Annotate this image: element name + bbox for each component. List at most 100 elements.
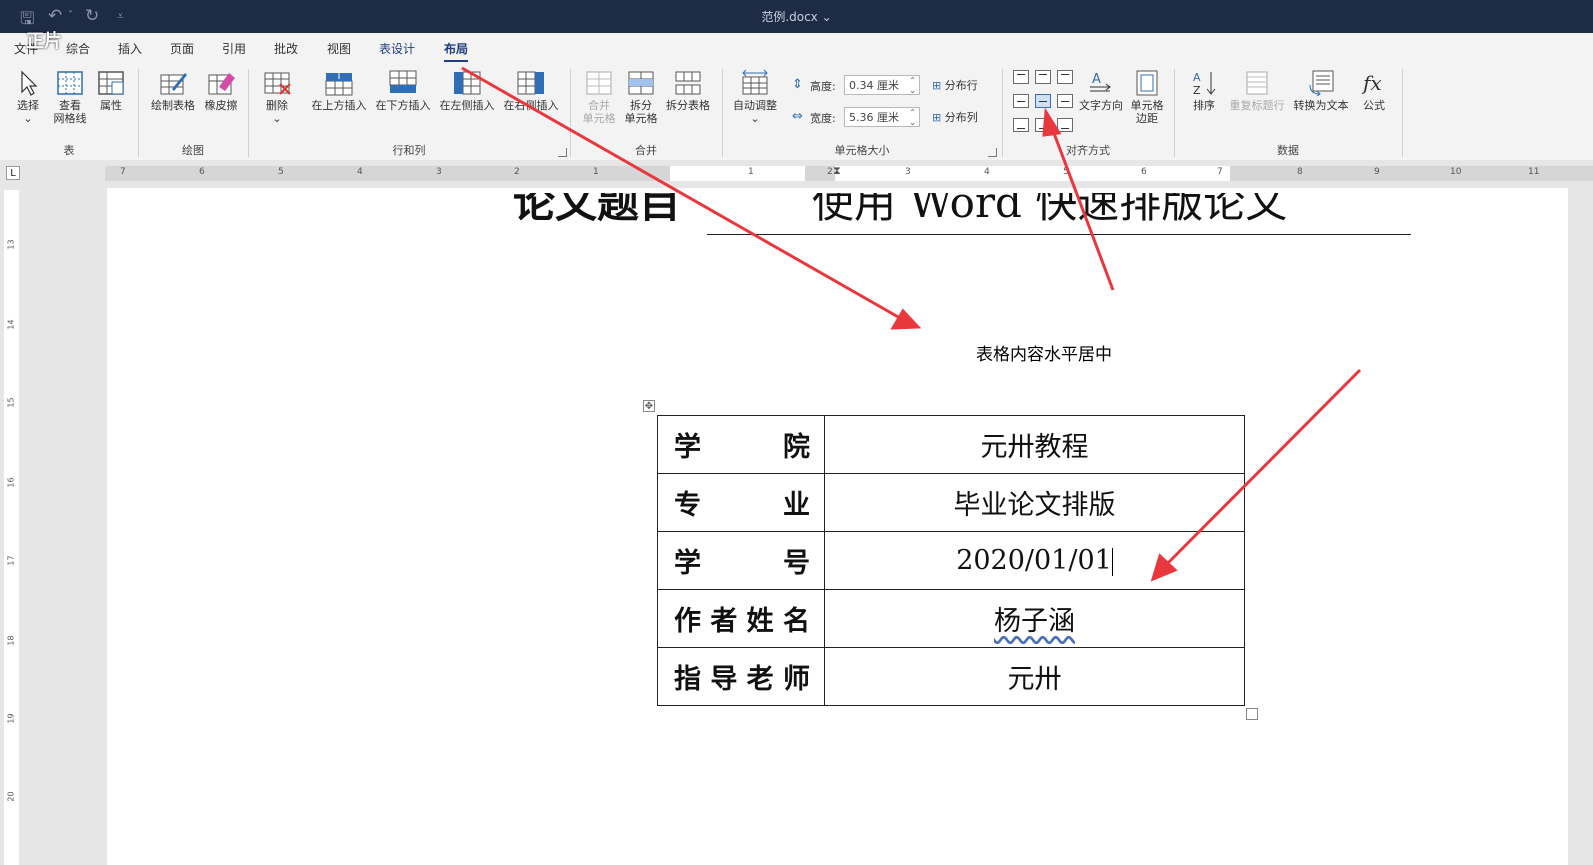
table-cell-label[interactable]: 学 号 [657,531,825,590]
table-cell-label[interactable]: 指 导 老 师 [657,647,825,706]
table-move-handle[interactable]: ✥ [643,400,655,412]
align-center-right-button[interactable] [1057,94,1073,108]
properties-button[interactable]: 属性 [94,69,128,112]
label-char: 导 [710,664,738,695]
split-table-button[interactable]: 拆分表格 [662,69,714,112]
cell-margins-icon [1136,70,1158,96]
tab-general[interactable]: 综合 [66,40,90,57]
horizontal-ruler[interactable]: 7 6 5 4 3 2 1 1 2 3 4 5 6 7 8 9 10 11 ⧗ [105,164,1593,181]
table-cell-value[interactable]: 元卅 [824,647,1245,706]
select-button[interactable]: 选择 ⌄ [10,69,46,125]
ruler-number: 1 [748,167,754,177]
cell-margins-button[interactable]: 单元格 边距 [1126,69,1168,125]
spinner-arrows-icon[interactable]: ⌃ ⌄ [909,108,916,128]
distribute-cols-label: 分布列 [944,111,978,124]
tab-review[interactable]: 批改 [274,40,298,57]
autofit-icon [742,69,768,95]
tab-insert[interactable]: 插入 [118,40,142,57]
split-cells-button[interactable]: 拆分 单元格 [620,69,662,125]
repeat-header-label: 重复标题行 [1229,99,1285,112]
insert-right-label: 在右侧插入 [503,99,559,112]
draw-table-button[interactable]: 绘制表格 [146,69,200,112]
table-cell-value[interactable]: 元卅教程 [824,415,1245,474]
align-bottom-right-button[interactable] [1057,118,1073,132]
group-divider [1402,69,1403,157]
canvas-margin-right [1568,188,1593,865]
table-cell-label[interactable]: 作 者 姓 名 [657,589,825,648]
distribute-rows-button[interactable]: ⊞ 分布行 [932,77,978,93]
sort-button[interactable]: AZ 排序 [1184,69,1224,112]
label-char: 师 [782,664,810,695]
table-properties-icon [98,71,124,95]
vertical-ruler[interactable]: 13 14 15 16 17 18 19 20 [4,190,19,865]
align-top-left-button[interactable] [1013,70,1029,84]
ruler-number: 11 [1528,167,1540,177]
tab-layout[interactable]: 布局 [444,40,469,62]
insert-below-button[interactable]: 在下方插入 [370,69,436,112]
title-underline [707,234,1411,235]
table-resize-handle[interactable] [1246,708,1258,720]
eraser-label: 橡皮擦 [204,99,238,112]
autofit-button[interactable]: 自动调整 ⌄ [728,69,782,125]
cell-margins-label-2: 边距 [1136,112,1158,125]
ruler-number: 4 [357,167,363,177]
cell-text: 毕业论文排版 [953,490,1116,521]
ruler-number: 2 [827,167,833,177]
insert-left-button[interactable]: 在左侧插入 [434,69,500,112]
gridlines-label-1: 查看 [59,99,81,112]
align-bottom-left-button[interactable] [1013,118,1029,132]
group-label-alignment: 对齐方式 [1066,144,1110,157]
tab-page[interactable]: 页面 [170,40,194,57]
text-direction-label: 文字方向 [1079,99,1123,112]
distribute-cols-button[interactable]: ⊞ 分布列 [932,109,978,125]
ruler-number: 3 [436,167,442,177]
insert-above-button[interactable]: 在上方插入 [306,69,372,112]
tab-table-design[interactable]: 表设计 [379,40,415,57]
formula-button[interactable]: fx 公式 [1354,69,1394,112]
table-cell-label[interactable]: 专 业 [657,473,825,532]
title-dropdown-icon[interactable]: ⌄ [822,10,832,24]
ruler-number: 5 [1063,167,1069,177]
width-spinner[interactable]: 5.36 厘米 ⌃ ⌄ [844,107,920,127]
indent-marker-icon[interactable]: ⧗ [833,164,841,178]
gridlines-icon [57,71,83,95]
table-cell-value[interactable]: 毕业论文排版 [824,473,1245,532]
info-table: 学 院 元卅教程 专 业 毕业论文排版 学 号 2020/01/01 作 者 姓… [657,415,1245,706]
align-top-center-button[interactable] [1035,70,1051,84]
group-label-rows-cols: 行和列 [392,144,426,157]
convert-to-text-button[interactable]: 转换为文本 [1288,69,1354,112]
eraser-button[interactable]: 橡皮擦 [200,69,242,112]
height-spinner[interactable]: 0.34 厘米 ⌃ ⌄ [844,75,920,95]
rows-cols-dialog-launcher[interactable] [558,148,567,157]
label-char: 姓 [746,606,774,637]
label-char: 学 [674,432,701,463]
label-char: 者 [710,606,738,637]
select-label: 选择 [17,99,39,112]
cell-margins-label-1: 单元格 [1130,99,1164,112]
align-center-button[interactable] [1035,94,1051,108]
merge-cells-button[interactable]: 合并 单元格 [578,69,620,125]
table-cell-label[interactable]: 学 院 [657,415,825,474]
spinner-arrows-icon[interactable]: ⌃ ⌄ [909,76,916,96]
view-gridlines-button[interactable]: 查看 网格线 [50,69,90,125]
draw-table-label: 绘制表格 [151,99,195,112]
cell-size-dialog-launcher[interactable] [988,148,997,157]
insert-right-button[interactable]: 在右侧插入 [498,69,564,112]
label-char: 专 [674,490,701,521]
text-direction-button[interactable]: A 文字方向 [1076,69,1126,112]
insert-below-icon [389,70,417,93]
repeat-header-button[interactable]: 重复标题行 [1226,69,1288,112]
align-bottom-center-button[interactable] [1035,118,1051,132]
tab-stop-selector[interactable]: L [6,166,20,180]
table-cell-value[interactable]: 杨子涵 [824,589,1245,648]
cell-text: 2020/01/01 [956,545,1112,576]
tab-view[interactable]: 视图 [327,40,351,57]
align-top-right-button[interactable] [1057,70,1073,84]
group-label-merge: 合并 [635,144,657,157]
align-center-left-button[interactable] [1013,94,1029,108]
delete-dropdown-icon: ⌄ [272,112,282,125]
tab-references[interactable]: 引用 [222,40,246,57]
ribbon-tabs: 文件 综合 插入 页面 引用 批改 视图 表设计 布局 [0,33,1593,63]
delete-button[interactable]: 删除 ⌄ [258,69,296,125]
table-cell-value[interactable]: 2020/01/01 [824,531,1245,590]
